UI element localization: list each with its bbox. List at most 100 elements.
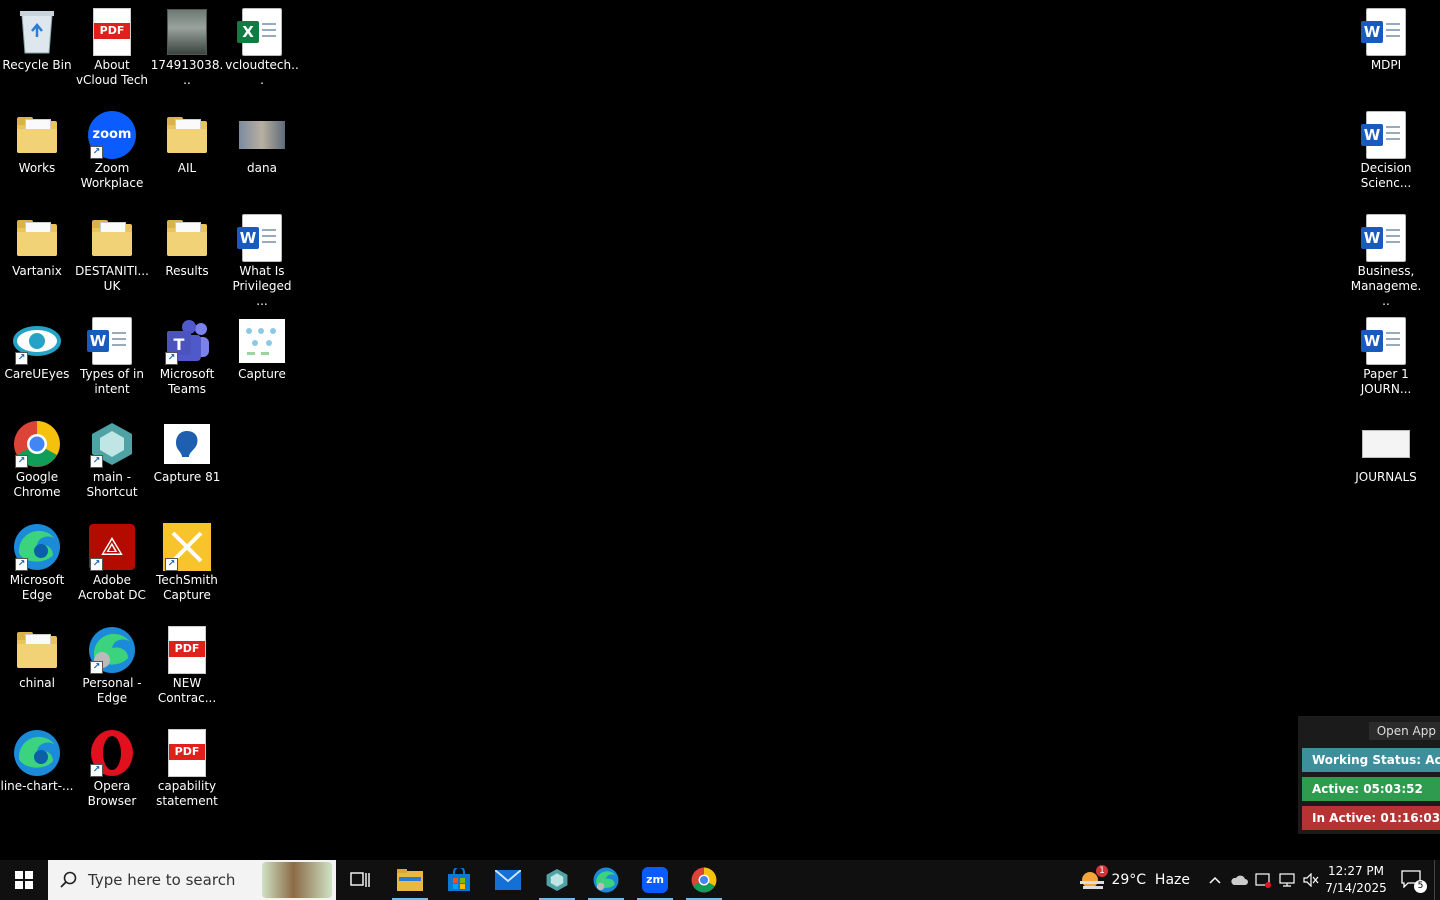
desktop-icon-label: Vartanix xyxy=(12,264,62,278)
taskbar-zoom[interactable]: zm xyxy=(631,860,679,900)
desktop-icon-vcloudtech[interactable]: X vcloudtech... xyxy=(225,0,299,88)
desktop-icon-label: Capture 81 xyxy=(153,470,221,484)
word-document-icon: W xyxy=(87,317,136,365)
desktop-icon-paper-1-journal[interactable]: W Paper 1 JOURN... xyxy=(1349,309,1423,397)
desktop-icon-types-of-intent[interactable]: W Types of in intent xyxy=(75,309,149,397)
desktop-icon-decision-science[interactable]: W Decision Scienc... xyxy=(1349,103,1423,191)
security-alert-icon xyxy=(1255,873,1271,888)
folder-icon xyxy=(88,214,136,262)
desktop-icon-label: dana xyxy=(247,161,277,175)
search-box[interactable]: Type here to search xyxy=(48,860,336,900)
network-icon xyxy=(1279,873,1295,887)
word-document-icon: W xyxy=(237,214,286,262)
weather-widget[interactable]: 1 29°C Haze xyxy=(1080,860,1190,900)
taskbar-microsoft-store[interactable] xyxy=(435,860,483,900)
desktop-icon-works[interactable]: Works xyxy=(0,103,74,176)
file-explorer-icon xyxy=(397,869,423,891)
tray-security[interactable] xyxy=(1252,860,1274,900)
hexagon-app-icon: ↗ xyxy=(88,420,136,468)
desktop-icon-label: Opera Browser xyxy=(87,779,137,808)
image-thumbnail-icon xyxy=(163,8,211,56)
desktop-icon-capability-statement[interactable]: PDF capability statement xyxy=(150,721,224,809)
taskbar-edge[interactable] xyxy=(582,860,630,900)
weather-text: 29°C Haze xyxy=(1111,872,1190,888)
folder-icon xyxy=(163,214,211,262)
mail-icon xyxy=(495,870,521,890)
start-button[interactable] xyxy=(0,860,48,900)
shortcut-arrow-icon: ↗ xyxy=(15,558,28,571)
desktop-icon-label: TechSmith Capture xyxy=(156,573,218,602)
taskbar: Type here to search zm 1 29°C Haze 12:27… xyxy=(0,860,1440,900)
tray-onedrive[interactable] xyxy=(1228,860,1250,900)
tray-network[interactable] xyxy=(1276,860,1298,900)
desktop-icon-techsmith[interactable]: ↗ TechSmith Capture xyxy=(150,515,224,603)
hexagon-app-icon xyxy=(546,869,568,891)
desktop-icon-journals[interactable]: JOURNALS xyxy=(1349,412,1423,485)
desktop-icon-label: Types of in intent xyxy=(80,367,144,396)
shortcut-arrow-icon: ↗ xyxy=(165,352,178,365)
taskbar-mail[interactable] xyxy=(484,860,532,900)
desktop-icon-label: Adobe Acrobat DC xyxy=(78,573,146,602)
action-center-button[interactable]: 5 xyxy=(1394,860,1430,900)
desktop-icon-label: NEW Contrac... xyxy=(157,676,217,705)
taskbar-main-app[interactable] xyxy=(533,860,581,900)
desktop-icon-adobe-acrobat[interactable]: ⟁ ↗ Adobe Acrobat DC xyxy=(75,515,149,603)
desktop-icon-label: Decision Scienc... xyxy=(1360,161,1412,190)
time-tracker-widget: Open App Working Status: Active Active: … xyxy=(1298,716,1440,834)
desktop-icon-microsoft-teams[interactable]: T ↗ Microsoft Teams xyxy=(150,309,224,397)
shortcut-arrow-icon: ↗ xyxy=(90,558,103,571)
image-thumbnail-icon xyxy=(238,111,286,159)
edge-icon: ↗ xyxy=(88,626,136,674)
desktop-icon-label: chinal xyxy=(19,676,55,690)
open-app-button[interactable]: Open App xyxy=(1368,722,1440,740)
desktop-icon-label: Results xyxy=(165,264,209,278)
desktop-icon-line-chart[interactable]: line-chart-... xyxy=(0,721,74,794)
desktop-icon-personal-edge[interactable]: ↗ Personal - Edge xyxy=(75,618,149,706)
desktop-icon-microsoft-edge[interactable]: ↗ Microsoft Edge xyxy=(0,515,74,603)
weather-alert-badge: 1 xyxy=(1096,865,1108,877)
desktop-icon-recycle-bin[interactable]: Recycle Bin xyxy=(0,0,74,73)
task-view-button[interactable] xyxy=(336,860,384,900)
notification-icon: 5 xyxy=(1401,870,1427,893)
chrome-icon xyxy=(691,867,717,893)
desktop-icon-opera[interactable]: ↗ Opera Browser xyxy=(75,721,149,809)
taskbar-file-explorer[interactable] xyxy=(386,860,434,900)
desktop-icon-about-vcloud[interactable]: PDF About vCloud Tech xyxy=(75,0,149,88)
excel-document-icon: X xyxy=(237,8,286,56)
clock[interactable]: 12:27 PM 7/14/2025 xyxy=(1325,860,1387,900)
desktop-icon-image-174913038[interactable]: 174913038... xyxy=(150,0,224,88)
word-document-icon: W xyxy=(1361,214,1410,262)
taskbar-chrome[interactable] xyxy=(680,860,728,900)
pdf-icon: PDF xyxy=(163,729,211,777)
active-time-bar: Active: 05:03:52 xyxy=(1302,777,1440,801)
tray-volume[interactable] xyxy=(1300,860,1322,900)
desktop-icon-label: Microsoft Edge xyxy=(9,573,65,602)
desktop-icon-business-management[interactable]: W Business, Manageme... xyxy=(1349,206,1423,309)
desktop-icon-mdpi[interactable]: W MDPI xyxy=(1349,0,1423,73)
shortcut-arrow-icon: ↗ xyxy=(90,661,103,674)
desktop-icon-dana[interactable]: dana xyxy=(225,103,299,176)
desktop-icon-zoom[interactable]: zoom ↗ Zoom Workplace xyxy=(75,103,149,191)
desktop-icon-careueyes[interactable]: ↗ CareUEyes xyxy=(0,309,74,382)
show-hidden-icons-button[interactable] xyxy=(1204,860,1226,900)
desktop-icon-capture-81[interactable]: Capture 81 xyxy=(150,412,224,485)
desktop-icon-capture[interactable]: Capture xyxy=(225,309,299,382)
desktop-icon-new-contract[interactable]: PDF NEW Contrac... xyxy=(150,618,224,706)
techsmith-icon: ↗ xyxy=(163,523,211,571)
pdf-icon: PDF xyxy=(163,626,211,674)
desktop-icon-destaniti[interactable]: DESTANITI... UK xyxy=(75,206,149,294)
desktop-icon-main-shortcut[interactable]: ↗ main - Shortcut xyxy=(75,412,149,500)
desktop-icon-ail[interactable]: AIL xyxy=(150,103,224,176)
desktop-icon-chinal[interactable]: chinal xyxy=(0,618,74,691)
search-icon xyxy=(60,871,77,888)
desktop-icon-google-chrome[interactable]: ↗ Google Chrome xyxy=(0,412,74,500)
store-icon xyxy=(448,868,470,891)
word-document-icon: W xyxy=(1361,8,1410,56)
desktop-icon-vartanix[interactable]: Vartanix xyxy=(0,206,74,279)
chevron-up-icon xyxy=(1209,876,1221,884)
working-status-bar: Working Status: Active xyxy=(1302,748,1440,772)
desktop-icon-results[interactable]: Results xyxy=(150,206,224,279)
desktop-icon-what-is-privileged[interactable]: W What Is Privileged ... xyxy=(225,206,299,309)
show-desktop-button[interactable] xyxy=(1434,860,1440,900)
desktop-icon-label: Google Chrome xyxy=(13,470,61,499)
